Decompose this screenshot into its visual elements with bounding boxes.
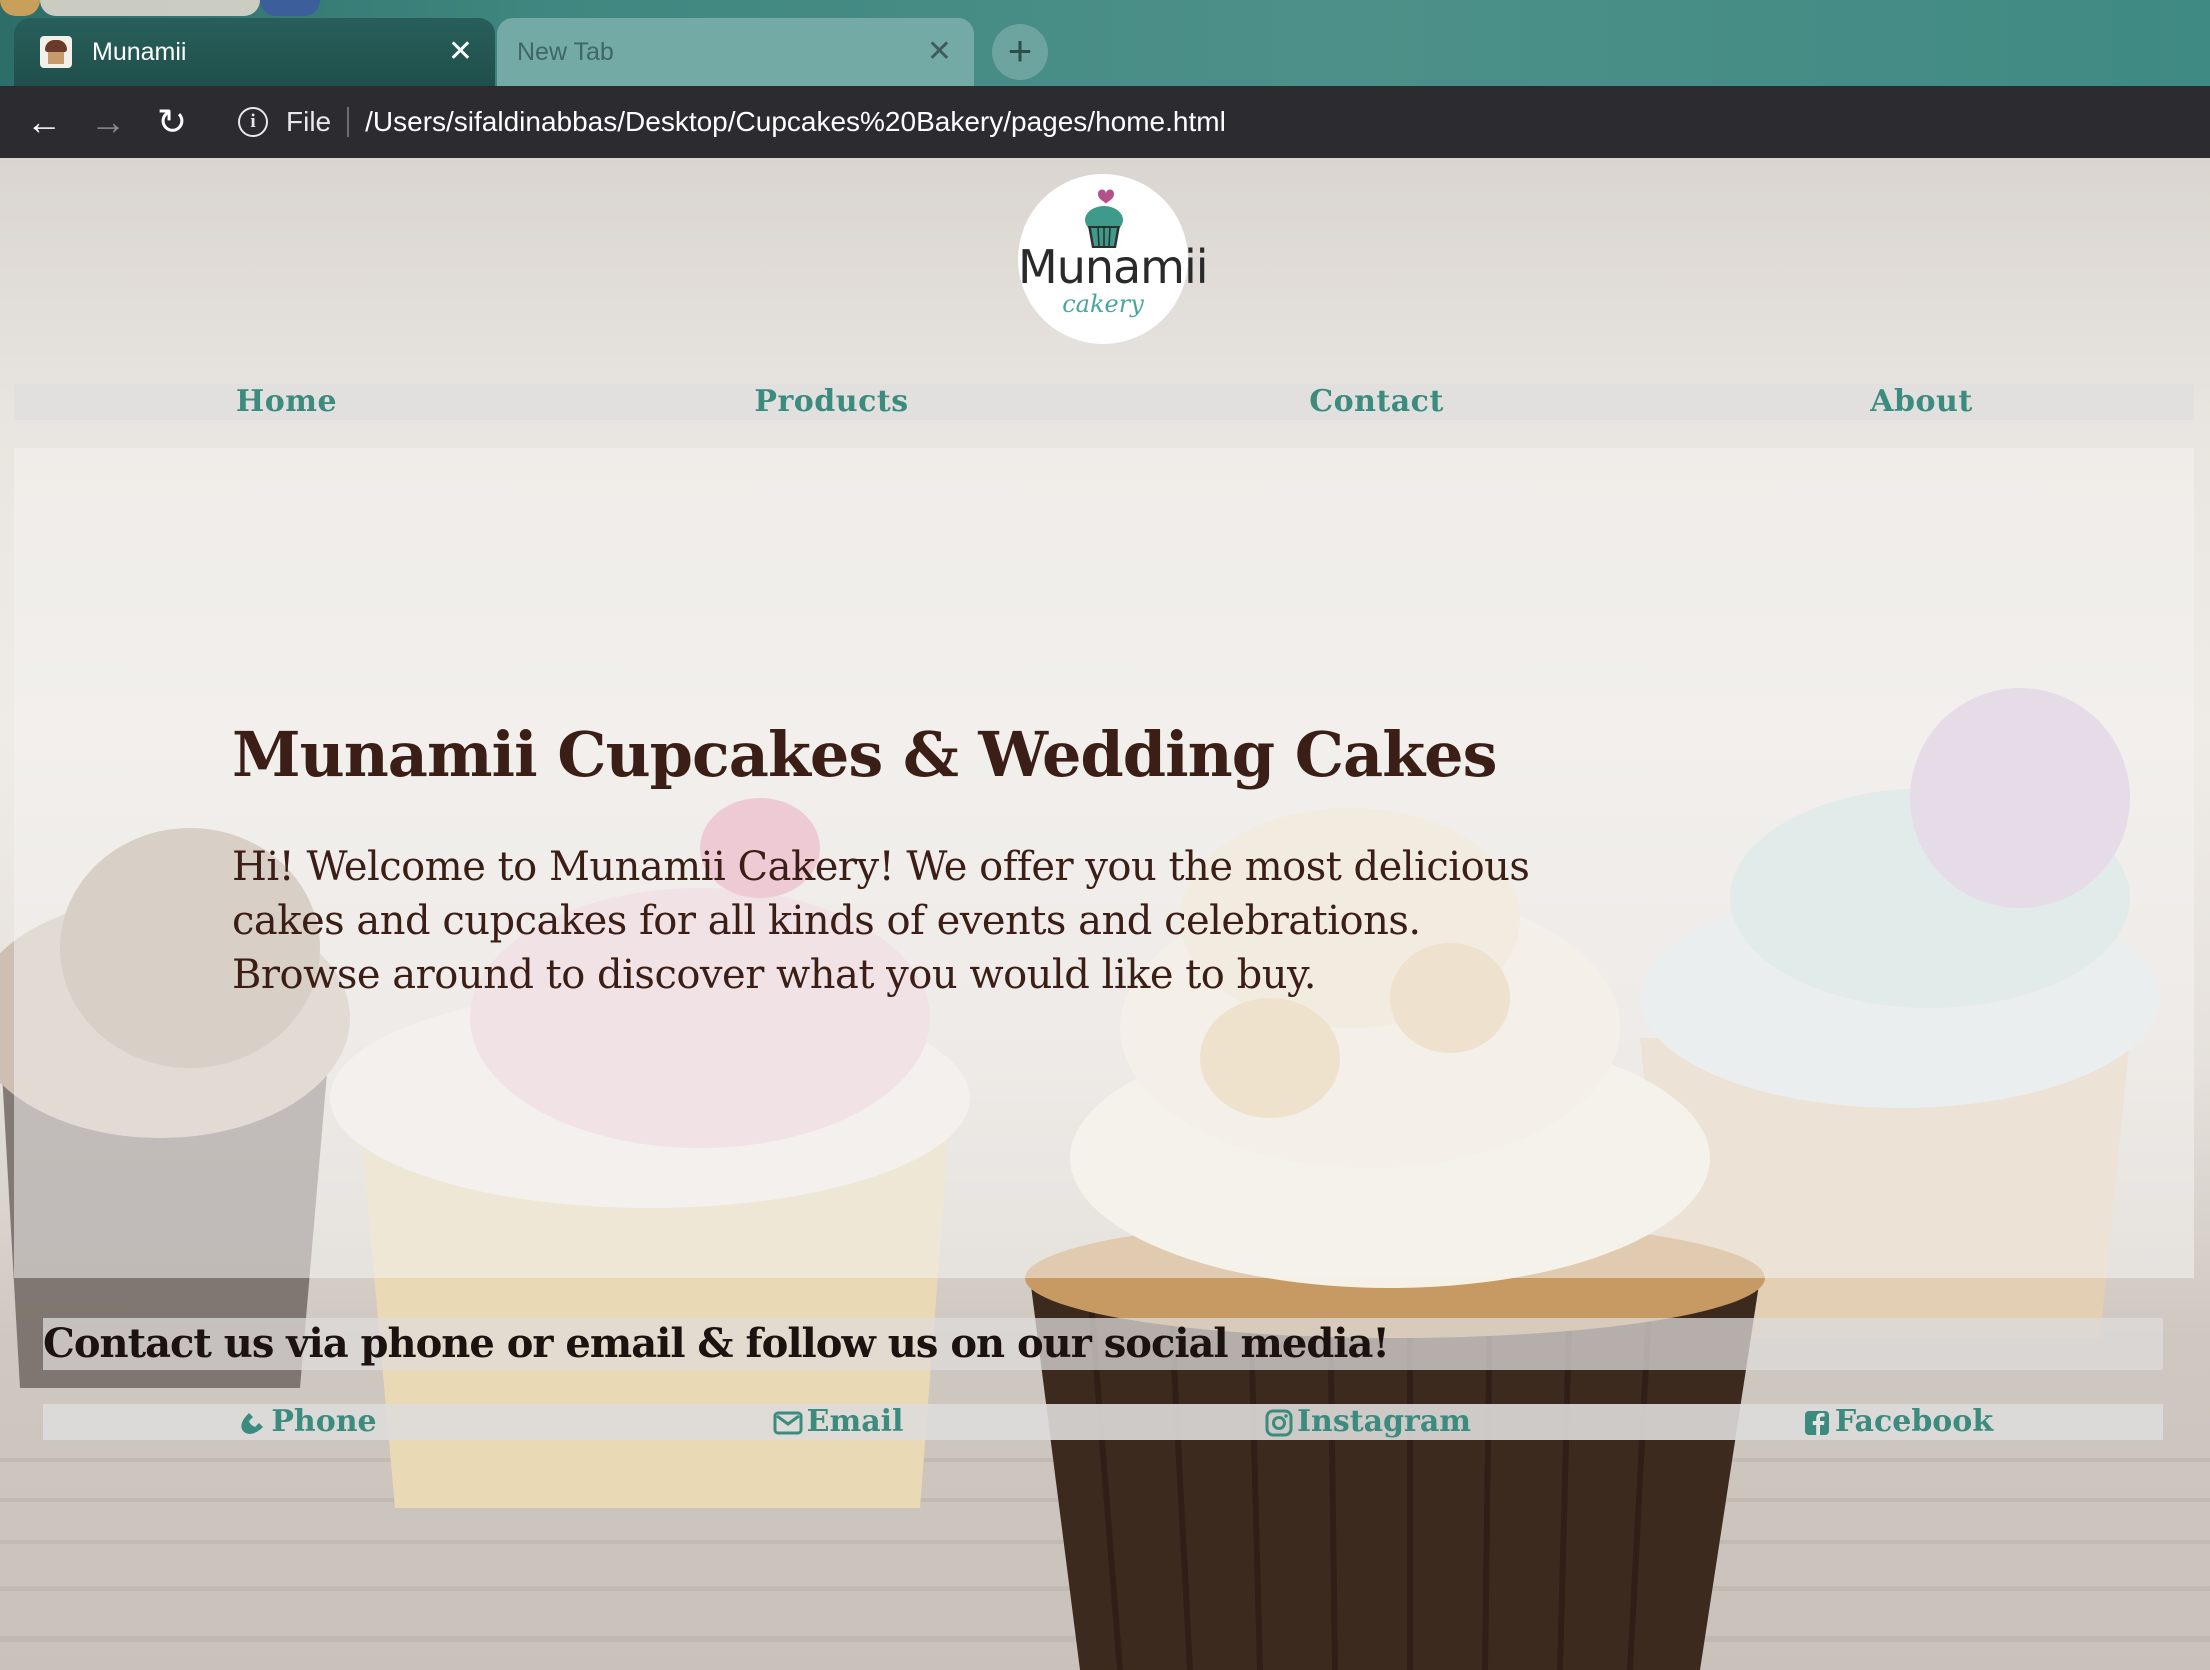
contact-links-bar: Phone Email Instagram Facebook [43,1404,2163,1440]
email-link[interactable]: Email [573,1404,1103,1440]
tab-strip: Munamii ✕ New Tab ✕ + [0,0,2210,86]
phone-label: Phone [271,1404,377,1439]
logo-subtitle: cakery [1062,290,1144,318]
arrow-right-icon: → [90,101,126,142]
arrow-left-icon: ← [26,101,62,142]
back-button[interactable]: ← [18,96,70,148]
logo-wordmark: Munamii [1018,240,1209,294]
envelope-icon [773,1411,803,1435]
hero-title: Munamii Cupcakes & Wedding Cakes [232,718,1498,791]
main-navigation: Home Products Contact About [14,384,2194,420]
browser-toolbar: ← → ↻ i File /Users/sifaldinabbas/Deskto… [0,86,2210,158]
cupcake-favicon-icon [40,36,72,68]
nav-products-link[interactable]: Products [559,384,1104,420]
munamii-logo[interactable]: Munamii cakery [1018,174,1209,344]
instagram-link[interactable]: Instagram [1103,1404,1633,1440]
hero-section: Munamii Cupcakes & Wedding Cakes Hi! Wel… [14,448,2194,1278]
address-bar[interactable]: i File /Users/sifaldinabbas/Desktop/Cupc… [218,94,2208,150]
new-tab-button[interactable]: + [992,24,1048,80]
email-label: Email [806,1404,904,1439]
nav-about-link[interactable]: About [1649,384,2194,420]
page-viewport: Munamii cakery Home Products Contact Abo… [0,158,2210,1670]
tab-title: Munamii [92,37,187,66]
url-text[interactable]: /Users/sifaldinabbas/Desktop/Cupcakes%20… [365,106,1226,138]
scheme-label: File [286,106,332,137]
info-icon[interactable]: i [238,107,268,137]
phone-link[interactable]: Phone [43,1404,573,1440]
facebook-icon [1804,1411,1829,1435]
tab-munamii[interactable]: Munamii ✕ [14,18,495,86]
reload-icon: ↻ [156,101,188,142]
close-tab-icon[interactable]: ✕ [448,37,473,67]
plus-icon: + [1007,27,1033,74]
phone-icon [241,1413,264,1434]
facebook-link[interactable]: Facebook [1633,1404,2163,1440]
hero-welcome-text: Hi! Welcome to Munamii Cakery! We offer … [232,844,1530,998]
omnibox-divider [347,107,350,137]
reload-button[interactable]: ↻ [146,96,198,148]
instagram-label: Instagram [1297,1404,1471,1439]
contact-heading: Contact us via phone or email & follow u… [43,1318,2163,1370]
nav-home-link[interactable]: Home [14,384,559,420]
instagram-icon [1265,1409,1293,1437]
forward-button[interactable]: → [82,96,134,148]
close-tab-icon[interactable]: ✕ [927,37,952,67]
nav-contact-link[interactable]: Contact [1104,384,1649,420]
facebook-label: Facebook [1834,1404,1994,1439]
tab-new-tab[interactable]: New Tab ✕ [497,18,974,86]
tab-title: New Tab [517,37,614,66]
